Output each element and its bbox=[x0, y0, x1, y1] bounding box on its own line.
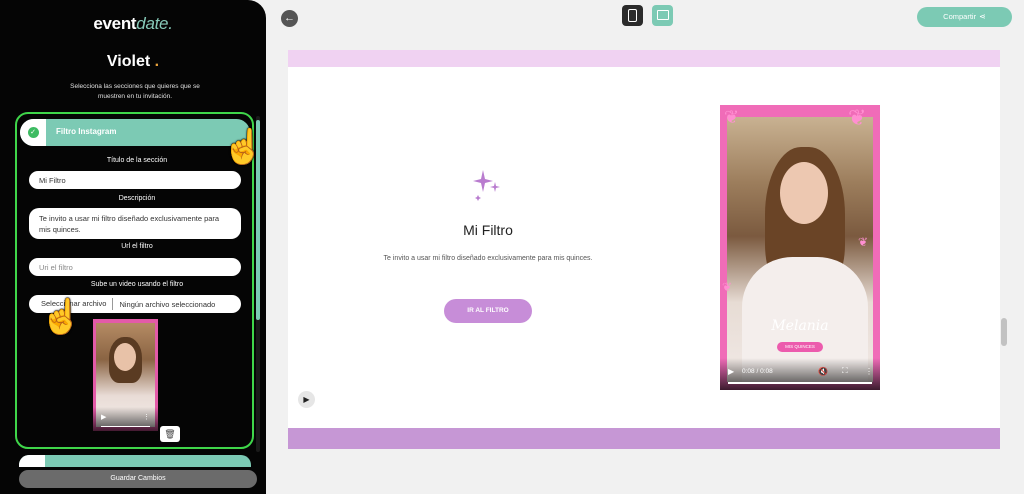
theme-name: Violet . bbox=[106, 53, 160, 70]
preview-scrollbar-thumb[interactable] bbox=[1001, 318, 1007, 346]
fullscreen-icon[interactable]: ⛶ bbox=[842, 366, 848, 376]
share-label: Compartir bbox=[943, 12, 977, 21]
section-title-label: Título de la sección bbox=[106, 157, 168, 164]
trash-icon[interactable]: 🗑 bbox=[160, 426, 180, 442]
thumbnail-controls: ▶ ⋮ bbox=[93, 407, 158, 431]
butterfly-icon: ❦ bbox=[724, 107, 740, 127]
sidebar-intro-text: Selecciona las secciones que quieres que… bbox=[70, 83, 200, 100]
play-icon[interactable]: ▶ bbox=[298, 391, 315, 408]
filter-video[interactable]: ❦ ❦ ❦ ❦ Melania MIS QUINCES ▶ 0:08 / 0:0… bbox=[720, 105, 880, 390]
section-toggle[interactable]: ✓ bbox=[20, 119, 46, 146]
description-textarea[interactable]: Te invito a usar mi filtro diseñado excl… bbox=[29, 208, 241, 239]
laptop-device-icon[interactable] bbox=[652, 5, 673, 26]
sidebar: eventdate. Violet . Selecciona las secci… bbox=[0, 0, 266, 494]
next-section-header[interactable] bbox=[19, 455, 251, 467]
hand-pointer-icon: ☝ bbox=[222, 128, 265, 166]
section-divider-bottom bbox=[288, 428, 1000, 449]
filter-url-input[interactable]: Uri el filtro bbox=[29, 258, 241, 276]
butterfly-icon: ❦ bbox=[848, 105, 867, 130]
go-to-filter-button[interactable]: IR AL FILTRO bbox=[444, 299, 532, 323]
video-progress-bar[interactable] bbox=[728, 382, 872, 384]
file-status-text: Ningún archivo seleccionado bbox=[119, 299, 216, 309]
save-changes-button[interactable]: Guardar Cambios bbox=[19, 470, 257, 488]
hand-pointer-icon: ☝ bbox=[40, 298, 83, 336]
section-title-input[interactable]: Mi Filtro bbox=[29, 171, 241, 189]
butterfly-icon: ❦ bbox=[722, 280, 733, 294]
filter-title: Mi Filtro bbox=[463, 222, 513, 238]
video-controls: ▶ 0:08 / 0:08 🔇 ⛶ ⋮ bbox=[720, 358, 880, 390]
preview-canvas: Mi Filtro Te invito a usar mi filtro dis… bbox=[288, 50, 1000, 449]
sparkle-icon bbox=[473, 170, 500, 201]
filter-description: Te invito a usar mi filtro diseñado excl… bbox=[383, 255, 593, 262]
description-label: Descripción bbox=[118, 195, 156, 202]
video-badge: MIS QUINCES bbox=[777, 342, 823, 352]
arrow-left-icon[interactable]: ← bbox=[281, 10, 298, 27]
play-icon[interactable]: ▶ bbox=[728, 367, 734, 376]
video-upload-label: Sube un video usando el filtro bbox=[90, 281, 184, 288]
play-icon[interactable]: ▶ bbox=[101, 413, 106, 421]
video-time: 0:08 / 0:08 bbox=[742, 368, 773, 375]
next-section-toggle bbox=[19, 455, 45, 467]
thumbnail-progress[interactable] bbox=[101, 426, 150, 427]
video-thumbnail[interactable]: ▶ ⋮ bbox=[93, 319, 158, 431]
share-icon: ⋖ bbox=[979, 12, 986, 21]
filter-url-label: Url el filtro bbox=[121, 243, 153, 250]
app-logo: eventdate. bbox=[93, 14, 173, 33]
thumbnail-face bbox=[114, 343, 136, 371]
mobile-device-icon[interactable] bbox=[622, 5, 643, 26]
mute-icon[interactable]: 🔇 bbox=[818, 367, 828, 376]
more-options-icon[interactable]: ⋮ bbox=[865, 367, 873, 376]
video-name-overlay: Melania bbox=[771, 318, 829, 334]
section-panel-instagram-filter: ✓ Filtro Instagram Título de la sección … bbox=[15, 112, 254, 449]
butterfly-icon: ❦ bbox=[858, 235, 869, 249]
section-header-instagram-filter[interactable]: ✓ Filtro Instagram bbox=[20, 119, 250, 146]
video-face bbox=[780, 162, 828, 224]
section-title: Filtro Instagram bbox=[56, 127, 117, 136]
section-divider-top bbox=[288, 50, 1000, 67]
more-options-icon[interactable]: ⋮ bbox=[143, 413, 150, 421]
share-button[interactable]: Compartir ⋖ bbox=[917, 7, 1012, 27]
check-icon: ✓ bbox=[27, 127, 39, 138]
